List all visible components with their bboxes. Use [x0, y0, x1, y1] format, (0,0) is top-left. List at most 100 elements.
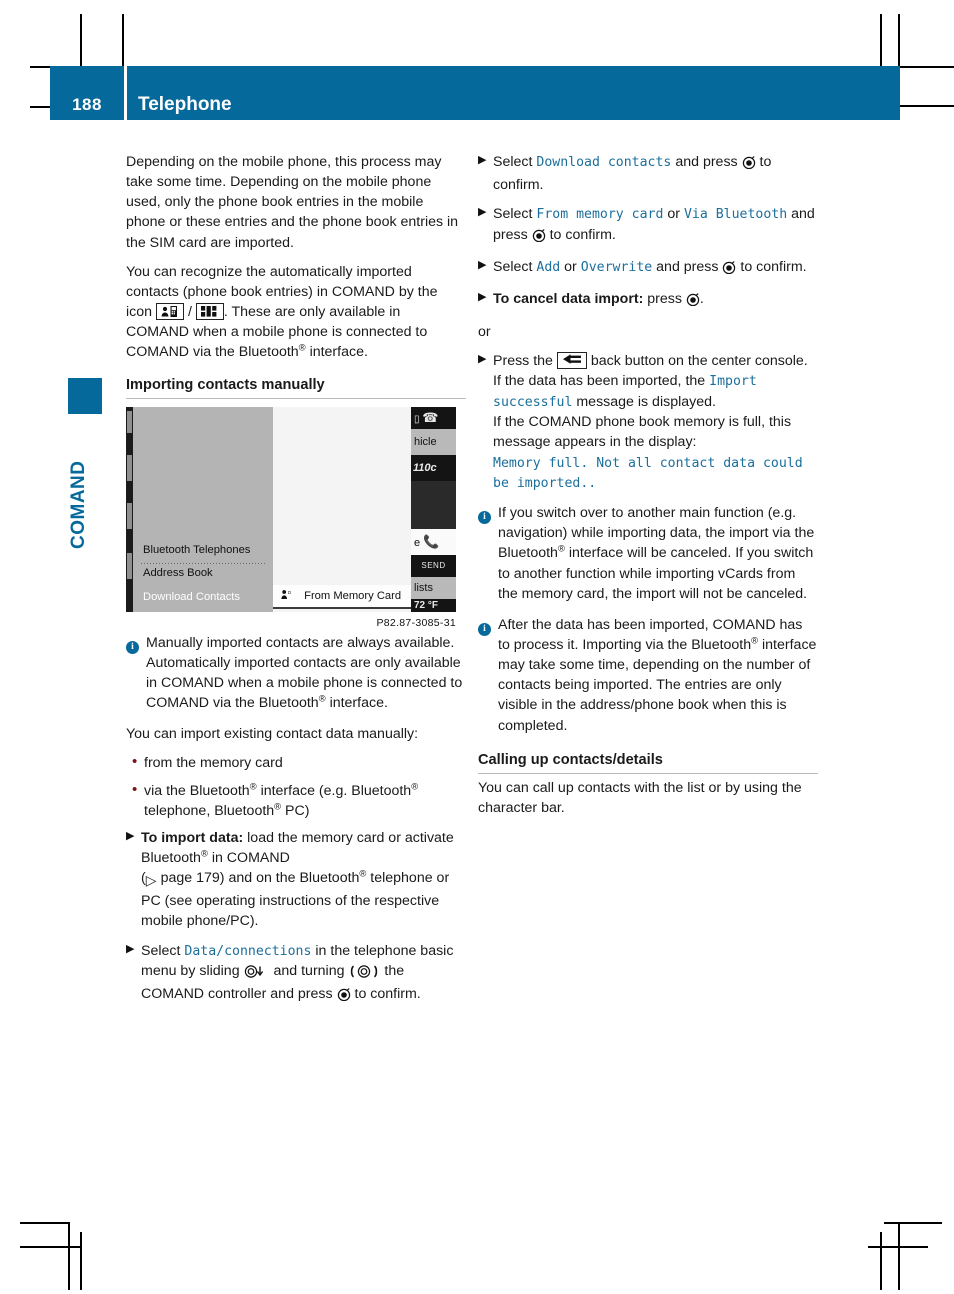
step-text: Press the back button on the center cons… [493, 351, 818, 494]
page-ref: page 179 [160, 870, 220, 887]
figure-caption: P82.87-3085-31 [376, 616, 456, 629]
r1a: Select [493, 154, 533, 170]
r5a: Press the [493, 352, 553, 369]
controller-press-icon [532, 228, 546, 248]
para2-c: interface. [309, 344, 368, 361]
registered-mark: ® [359, 868, 367, 879]
registered-mark: ® [411, 780, 419, 791]
s2c: and turning [273, 963, 345, 980]
cropmark-bl-v2 [68, 1222, 70, 1290]
note-text: Manually imported contacts are always av… [146, 633, 466, 714]
step-select-source: ▶ Select From memory card or Via Bluetoo… [478, 204, 818, 248]
paragraph-import-duration: Depending on the mobile phone, this proc… [126, 154, 459, 251]
step-text: Select Download contacts and press to co… [493, 152, 818, 195]
paragraph-import-manually-intro: You can import existing contact data man… [126, 726, 419, 743]
step-text: Select Data/connections in the telephone… [141, 941, 466, 1008]
status-row-car-image [411, 480, 456, 529]
status-row-send: SEND [421, 560, 446, 570]
controller-press-icon [742, 155, 756, 175]
menu-path-via-bluetooth: Via Bluetooth [683, 207, 788, 223]
menu-path-add: Add [536, 260, 561, 276]
note1-tail: interface. [329, 695, 388, 712]
registered-mark: ® [751, 635, 759, 646]
b2c: telephone, Bluetooth [144, 802, 275, 819]
r2c: to confirm. [549, 227, 616, 244]
cropmark-bl-v [80, 1232, 82, 1290]
note1-body: Manually imported contacts are always av… [146, 634, 463, 712]
header-divider [124, 66, 127, 120]
r2or: or [667, 206, 681, 223]
step-text: Select Add or Overwrite and press to con… [493, 257, 818, 280]
back-button-icon [556, 351, 587, 369]
registered-mark: ® [274, 800, 282, 811]
menu-path-data-connections: Data/connections [184, 943, 312, 959]
paragraph-auto-imported: You can recognize the automatically impo… [126, 262, 466, 363]
menu-separator [141, 562, 265, 564]
submenu-label-1: From Memory Card [304, 589, 402, 602]
menu-item-bluetooth-telephones[interactable]: Bluetooth Telephones [143, 544, 250, 556]
cropmark-bl-h [20, 1222, 70, 1224]
status-row-vehicle: hicle [411, 428, 456, 455]
r3b: and press [656, 259, 719, 276]
step-text: Select From memory card or Via Bluetooth… [493, 204, 818, 248]
cropmark-tr-v2 [898, 14, 900, 72]
status-row-lists: lists [411, 576, 456, 599]
bullet-text: via the Bluetooth ® interface (e.g. Bluet… [144, 781, 466, 821]
b2a: via the Bluetooth [144, 782, 250, 799]
svg-text:D: D [288, 590, 291, 595]
info-icon-wrap: i [478, 615, 498, 736]
info-icon: i [478, 511, 491, 525]
step-select-download-contacts: ▶ Select Download contacts and press to … [478, 152, 818, 195]
comand-status-strip: ▯ ☎ hicle 110c e 📞 SEND lists 72 °F [411, 406, 456, 612]
step-to-import-data: ▶ To import data: load the memory card o… [126, 828, 466, 932]
step-select-data-connections: ▶ Select Data/connections in the telepho… [126, 941, 466, 1008]
controller-turn-icon [348, 964, 380, 984]
step-select-add-overwrite: ▶ Select Add or Overwrite and press to c… [478, 257, 818, 280]
step-text: To import data: load the memory card or … [141, 829, 454, 930]
step-cancel-import: ▶ To cancel data import: press . [478, 289, 818, 312]
r5e: If the COMAND phone book memory is full,… [493, 414, 792, 451]
bullet-dot: • [132, 780, 138, 798]
controller-press-icon [337, 987, 351, 1007]
menu-item-download-contacts[interactable]: Download Contacts [143, 591, 240, 603]
info-icon: i [126, 640, 139, 654]
registered-mark: ® [318, 693, 326, 704]
comand-submenu: D From Memory Card BT Via Bluetooth [273, 406, 411, 612]
page-ref-icon: ▷ [145, 873, 157, 890]
controller-press-icon [722, 260, 736, 280]
info-icon-wrap: i [126, 633, 146, 714]
menu-item-address-book[interactable]: Address Book [143, 567, 213, 579]
step-marker-icon: ▶ [478, 259, 487, 272]
note-switch-function: i If you switch over to another main fun… [478, 503, 818, 604]
s1b: in COMAND [211, 849, 290, 866]
subhead-importing-manually: Importing contacts manually [126, 377, 466, 399]
cropmark-br-h2 [868, 1246, 928, 1248]
controller-press-icon [686, 292, 700, 312]
status-call-label: e [414, 536, 421, 549]
contact-phone-icon [155, 303, 184, 321]
step-marker-icon: ▶ [478, 206, 487, 219]
para2-slash: / [187, 304, 192, 321]
step-press-back-button: ▶ Press the back button on the center co… [478, 351, 818, 494]
r5b: back button on the center console. [590, 352, 808, 369]
r1b: and press [675, 154, 738, 170]
cropmark-br-v2 [898, 1222, 900, 1290]
note-manually-imported: i Manually imported contacts are always … [126, 633, 466, 714]
comand-display: Bluetooth Telephones Address Book Downlo… [126, 406, 456, 612]
b2b: interface (e.g. Bluetooth [260, 782, 412, 799]
submenu-item-from-memory-card[interactable]: D From Memory Card [281, 589, 401, 602]
list-item-bluetooth: • via the Bluetooth ® interface (e.g. Blu… [126, 781, 466, 821]
r3a: Select [493, 259, 533, 276]
step-lead: To cancel data import: [493, 291, 644, 308]
message-memory-full: Memory full. Not all contact data could … [493, 455, 803, 492]
right-column: ▶ Select Download contacts and press to … [478, 152, 818, 827]
bullet-text: from the memory card [144, 755, 283, 772]
step-marker-icon: ▶ [126, 829, 135, 842]
paragraph-calling-up: You can call up contacts with the list o… [478, 779, 802, 816]
note-text: If you switch over to another main funct… [498, 503, 818, 604]
registered-mark: ® [200, 848, 208, 859]
r2a: Select [493, 206, 533, 223]
step-lead: To import data: [141, 829, 244, 846]
r4a: press [647, 291, 682, 308]
bullet-dot: • [132, 753, 138, 771]
